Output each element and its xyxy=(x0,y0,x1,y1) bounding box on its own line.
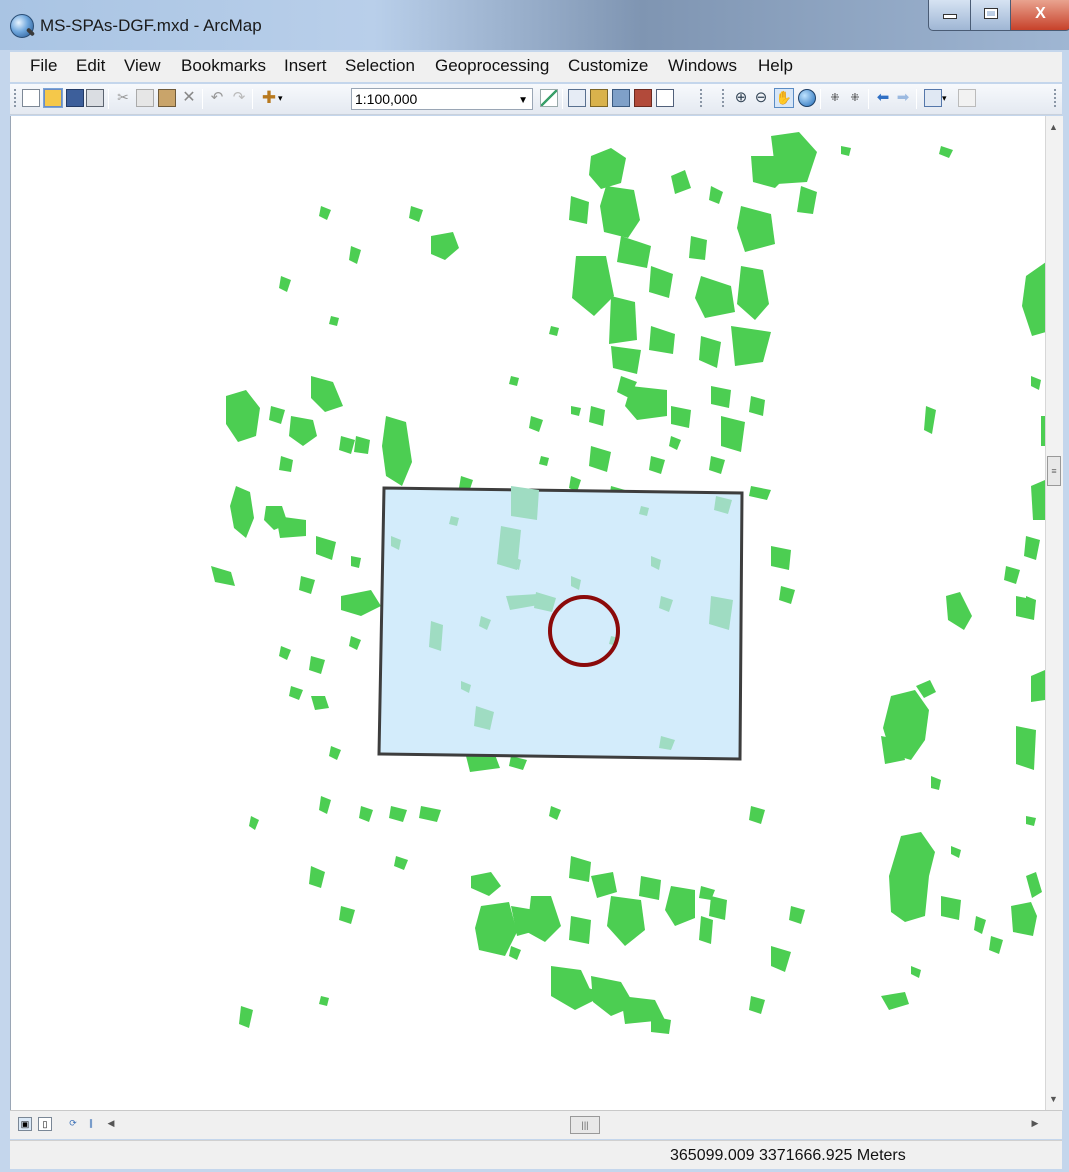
new-document-icon[interactable] xyxy=(22,89,40,107)
redo-icon[interactable]: ↷ xyxy=(230,89,248,107)
horizontal-scroll-thumb[interactable]: ||| xyxy=(570,1116,600,1134)
undo-icon[interactable]: ↶ xyxy=(208,89,226,107)
scroll-down-icon[interactable]: ▼ xyxy=(1049,1094,1058,1104)
table-of-contents-icon[interactable] xyxy=(568,89,586,107)
toolbar-separator xyxy=(108,89,109,109)
data-view-icon[interactable]: ▣ xyxy=(18,1117,32,1131)
arctoolbox-icon[interactable] xyxy=(634,89,652,107)
map-view[interactable]: ▲ ≡ ▼ xyxy=(10,116,1063,1110)
menu-windows[interactable]: Windows xyxy=(668,56,737,76)
add-data-icon[interactable]: ✚ xyxy=(260,89,278,107)
toolbar-separator xyxy=(868,89,869,109)
pan-hand-icon[interactable]: ✋ xyxy=(774,88,794,108)
scroll-right-icon[interactable]: ▶ xyxy=(1028,1117,1042,1131)
maximize-button[interactable] xyxy=(970,0,1012,31)
refresh-icon[interactable]: ⟳ xyxy=(66,1117,80,1131)
status-bar: 365099.009 3371666.925 Meters xyxy=(10,1140,1062,1169)
fixed-zoom-in-icon[interactable]: ⁜ xyxy=(826,89,844,107)
add-data-dropdown-icon[interactable]: ▾ xyxy=(278,89,288,107)
cursor-coordinates: 365099.009 3371666.925 Meters xyxy=(670,1147,906,1164)
scroll-up-icon[interactable]: ▲ xyxy=(1049,122,1058,132)
toolbar-grip[interactable] xyxy=(722,89,726,107)
window-title: MS-SPAs-DGF.mxd - ArcMap xyxy=(40,16,262,35)
menu-file[interactable]: File xyxy=(30,56,57,76)
layout-view-icon[interactable]: ▯ xyxy=(38,1117,52,1131)
python-window-icon[interactable] xyxy=(656,89,674,107)
view-toggle-bar: ▣ ▯ ⟳ ∥ ◀ ||| ▶ xyxy=(10,1110,1062,1139)
toolbar-separator xyxy=(916,89,917,109)
editor-toolbar-icon[interactable] xyxy=(540,89,558,107)
chevron-down-icon[interactable]: ▼ xyxy=(518,91,528,111)
minimize-button[interactable] xyxy=(928,0,972,31)
full-extent-globe-icon[interactable] xyxy=(798,89,816,107)
toolbar-grip[interactable] xyxy=(1054,89,1058,107)
menu-bar: File Edit View Bookmarks Insert Selectio… xyxy=(10,52,1062,82)
map-scale-combobox[interactable]: 1:100,000 ▼ xyxy=(351,88,533,110)
arcmap-window: MS-SPAs-DGF.mxd - ArcMap X File Edit Vie… xyxy=(0,0,1069,1172)
forward-arrow-icon[interactable]: ➡ xyxy=(894,89,912,107)
select-features-icon[interactable] xyxy=(924,89,942,107)
vertical-scrollbar[interactable]: ▲ ≡ ▼ xyxy=(1045,116,1063,1110)
menu-selection[interactable]: Selection xyxy=(345,56,415,76)
delete-icon[interactable]: ✕ xyxy=(180,89,198,107)
fixed-zoom-out-icon[interactable]: ⁜ xyxy=(846,89,864,107)
title-bar[interactable]: MS-SPAs-DGF.mxd - ArcMap X xyxy=(0,0,1069,50)
zoom-in-icon[interactable]: ⊕ xyxy=(732,89,750,107)
menu-customize[interactable]: Customize xyxy=(568,56,648,76)
toolbar-grip[interactable] xyxy=(14,89,18,107)
save-icon[interactable] xyxy=(66,89,84,107)
map-canvas[interactable] xyxy=(11,116,1047,1110)
menu-insert[interactable]: Insert xyxy=(284,56,327,76)
menu-edit[interactable]: Edit xyxy=(76,56,105,76)
scroll-left-icon[interactable]: ◀ xyxy=(104,1117,118,1131)
menu-geoprocessing[interactable]: Geoprocessing xyxy=(435,56,549,76)
copy-icon[interactable] xyxy=(136,89,154,107)
print-icon[interactable] xyxy=(86,89,104,107)
open-folder-icon[interactable] xyxy=(43,88,63,108)
search-window-icon[interactable] xyxy=(612,89,630,107)
arcmap-app-icon[interactable] xyxy=(10,14,34,38)
pause-drawing-icon[interactable]: ∥ xyxy=(84,1117,98,1131)
close-button[interactable]: X xyxy=(1010,0,1069,31)
standard-toolbar: ✂ ✕ ↶ ↷ ✚ ▾ 1:100,000 ▼ ⊕ ⊖ ✋ ⁜ ⁜ ⬅ ➡ ▾ xyxy=(10,84,1062,115)
back-arrow-icon[interactable]: ⬅ xyxy=(874,89,892,107)
vertical-scroll-thumb[interactable]: ≡ xyxy=(1047,456,1061,486)
toolbar-separator xyxy=(820,89,821,109)
menu-help[interactable]: Help xyxy=(758,56,793,76)
select-dropdown-icon[interactable]: ▾ xyxy=(942,89,952,107)
cut-icon[interactable]: ✂ xyxy=(114,89,132,107)
clear-selection-icon[interactable] xyxy=(958,89,976,107)
menu-bookmarks[interactable]: Bookmarks xyxy=(181,56,266,76)
toolbar-grip[interactable] xyxy=(700,89,704,107)
catalog-window-icon[interactable] xyxy=(590,89,608,107)
paste-icon[interactable] xyxy=(158,89,176,107)
zoom-out-icon[interactable]: ⊖ xyxy=(752,89,770,107)
map-scale-value: 1:100,000 xyxy=(355,91,418,107)
toolbar-separator xyxy=(562,89,563,109)
menu-view[interactable]: View xyxy=(124,56,161,76)
toolbar-separator xyxy=(252,89,253,109)
toolbar-separator xyxy=(202,89,203,109)
